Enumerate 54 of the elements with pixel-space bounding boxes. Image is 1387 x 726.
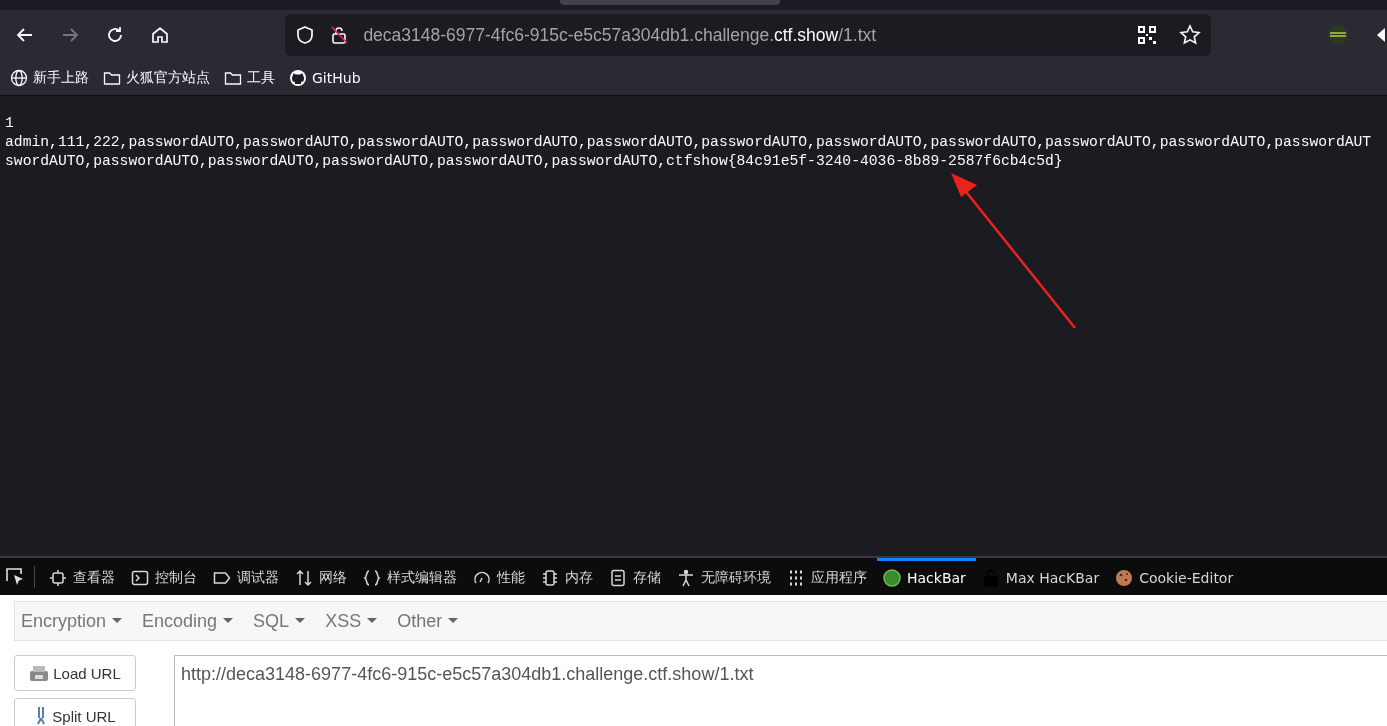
reload-icon (105, 25, 125, 45)
github-icon (289, 68, 307, 87)
extension-icon[interactable] (1327, 24, 1350, 46)
devtools-tab[interactable]: 存储 (603, 558, 671, 595)
caret-icon (367, 618, 378, 624)
shield-icon (295, 25, 316, 45)
devtools-tab[interactable]: 无障碍环境 (671, 558, 781, 595)
devtools-tab[interactable]: 内存 (535, 558, 603, 595)
text-line: swordAUTO,passwordAUTO,passwordAUTO,passwordAUTO,passwordAUTO,passwordAUTO,ctfshow{84c91e5f-3240-4036-8b89-2587f6cb4c5d} (5, 152, 1064, 171)
devtools-tab[interactable]: 样式编辑器 (357, 558, 467, 595)
globe-icon (10, 68, 28, 87)
devtools-tab[interactable]: 性能 (467, 558, 535, 595)
bookmark-item[interactable]: 火狐官方站点 (103, 68, 210, 87)
cookie-icon (1115, 569, 1134, 587)
network-icon (295, 569, 313, 587)
debugger-icon (213, 569, 231, 587)
console-icon (131, 569, 149, 587)
text-line: admin,111,222,passwordAUTO,passwordAUTO,passwordAUTO,passwordAUTO,passwordAUTO,passwordAUTO,passwordAUTO,passwordAUTO,passwordAUTO,passwordAUTO,passwordAUT (5, 133, 1373, 152)
bookmark-item[interactable]: 新手上路 (10, 68, 89, 87)
devtools-tab[interactable]: 控制台 (125, 558, 207, 595)
dropdown-menu[interactable]: Encryption (15, 610, 129, 632)
dropdown-menu[interactable]: Other (391, 610, 465, 632)
load-url-button[interactable]: Load URL (14, 655, 136, 691)
qr-code-icon[interactable] (1137, 25, 1158, 45)
devtools-tab[interactable]: 查看器 (43, 558, 125, 595)
bookmark-item[interactable]: GitHub (289, 68, 361, 87)
caret-icon (112, 618, 123, 624)
devtools-tab[interactable]: 调试器 (207, 558, 289, 595)
devtools-tab[interactable]: 网络 (289, 558, 357, 595)
caret-icon (223, 618, 234, 624)
inspector-icon (49, 569, 67, 587)
text-line: 1 (5, 114, 15, 133)
caret-icon (448, 618, 459, 624)
memory-icon (541, 569, 559, 587)
dropdown-menu[interactable]: SQL (247, 610, 312, 632)
devtools-tab[interactable]: Cookie-Editor (1109, 558, 1244, 595)
star-icon[interactable] (1179, 24, 1202, 46)
bookmark-item[interactable]: 工具 (224, 68, 275, 87)
application-icon (787, 569, 805, 587)
devtools-tab[interactable]: Max HacKBar (975, 558, 1110, 595)
home-icon (150, 25, 170, 45)
insecure-lock-icon (329, 25, 350, 45)
style-icon (363, 569, 381, 587)
overflow-arrow-icon[interactable] (1377, 25, 1387, 45)
accessibility-icon (677, 569, 695, 587)
storage-icon (609, 569, 627, 587)
url-text: deca3148-6977-4fc6-915c-e5c57a304db1.challenge.ctf.show/1.txt (363, 24, 878, 46)
dropdown-menu[interactable]: Encoding (136, 610, 240, 632)
split-url-button[interactable]: Split URL (14, 698, 136, 726)
devtools-tab[interactable]: 应用程序 (781, 558, 877, 595)
url-input-field[interactable]: http://deca3148-6977-4fc6-915c-e5c57a304db1.challenge.ctf.show/1.txt (174, 655, 1387, 726)
caret-icon (295, 618, 306, 624)
address-bar[interactable]: deca3148-6977-4fc6-915c-e5c57a304db1.challenge.ctf.show/1.txt (285, 14, 1212, 56)
dropdown-menu[interactable]: XSS (319, 610, 384, 632)
